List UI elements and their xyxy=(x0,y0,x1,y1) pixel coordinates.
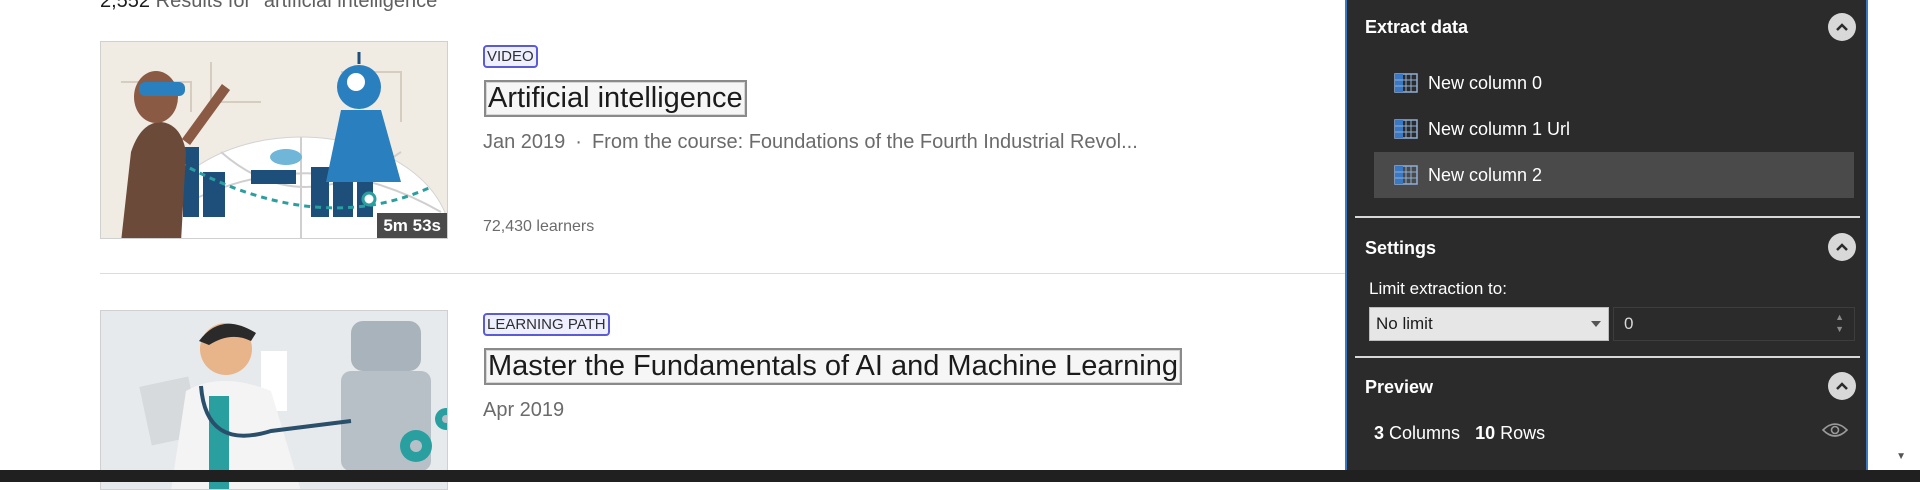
column-item-2[interactable]: New column 2 xyxy=(1374,152,1854,198)
result-date: Jan 2019 xyxy=(483,131,566,153)
result-title-link[interactable]: Master the Fundamentals of AI and Machin… xyxy=(484,348,1182,385)
column-item-1[interactable]: New column 1 Url xyxy=(1374,106,1854,152)
limit-select-value: No limit xyxy=(1376,314,1433,333)
column-label: New column 2 xyxy=(1428,164,1543,185)
limit-number-value: 0 xyxy=(1624,314,1634,333)
results-count: 2,552 Results for "artificial intelligen… xyxy=(100,0,444,13)
rows-label: Rows xyxy=(1500,423,1546,443)
learners-count: 72,430 learners xyxy=(483,218,595,235)
preview-stats: 3 Columns 10 Rows xyxy=(1374,423,1545,444)
learning-path-thumbnail[interactable] xyxy=(100,310,448,490)
taskbar-strip xyxy=(0,470,1920,482)
result-course-source[interactable]: From the course: Foundations of the Four… xyxy=(592,131,1138,153)
column-item-0[interactable]: New column 0 xyxy=(1374,60,1854,106)
results-number: 2,552 xyxy=(100,0,151,12)
chevron-up-icon xyxy=(1836,382,1848,390)
separator-dot: · xyxy=(575,131,582,153)
table-column-icon xyxy=(1394,119,1418,139)
section-divider xyxy=(1355,356,1860,358)
results-query: Results for "artificial intelligence" xyxy=(155,0,445,12)
collapse-preview-button[interactable] xyxy=(1828,372,1856,400)
preview-heading: Preview xyxy=(1365,377,1434,397)
extract-data-heading: Extract data xyxy=(1365,17,1469,37)
limit-extraction-label: Limit extraction to: xyxy=(1369,279,1507,298)
limit-number-input[interactable]: 0 ▲ ▼ xyxy=(1613,307,1855,341)
number-stepper[interactable]: ▲ ▼ xyxy=(1835,312,1844,334)
table-column-icon xyxy=(1394,73,1418,93)
chevron-down-icon[interactable]: ▼ xyxy=(1835,324,1844,334)
table-column-icon xyxy=(1394,165,1418,185)
columns-count: 3 xyxy=(1374,423,1385,443)
eye-icon[interactable] xyxy=(1821,422,1849,443)
result-meta: Jan 2019 · From the course: Foundations of… xyxy=(483,131,1138,154)
content-type-badge: LEARNING PATH xyxy=(483,313,610,336)
limit-select[interactable]: No limit xyxy=(1369,307,1609,341)
content-type-badge: VIDEO xyxy=(483,45,538,68)
collapse-settings-button[interactable] xyxy=(1828,233,1856,261)
caret-down-icon xyxy=(1591,321,1601,327)
chevron-up-icon xyxy=(1836,243,1848,251)
columns-label: Columns xyxy=(1389,423,1461,443)
result-title-link[interactable]: Artificial intelligence xyxy=(484,80,747,117)
extract-data-panel: Extract data New column 0 New column 1 U… xyxy=(1345,0,1868,470)
rows-count: 10 xyxy=(1475,423,1496,443)
settings-heading: Settings xyxy=(1365,238,1437,258)
result-date: Apr 2019 xyxy=(483,399,565,421)
collapse-extract-button[interactable] xyxy=(1828,13,1856,41)
column-label: New column 0 xyxy=(1428,72,1543,93)
chevron-up-icon[interactable]: ▲ xyxy=(1835,312,1844,322)
video-thumbnail[interactable]: 5m 53s xyxy=(100,41,448,239)
scroll-down-icon[interactable]: ▼ xyxy=(1896,451,1906,462)
row-divider xyxy=(100,273,1345,274)
scrollbar[interactable]: ▼ xyxy=(1868,0,1920,470)
chevron-up-icon xyxy=(1836,23,1848,31)
column-label: New column 1 Url xyxy=(1428,118,1571,139)
video-duration: 5m 53s xyxy=(377,213,447,238)
section-divider xyxy=(1355,216,1860,218)
